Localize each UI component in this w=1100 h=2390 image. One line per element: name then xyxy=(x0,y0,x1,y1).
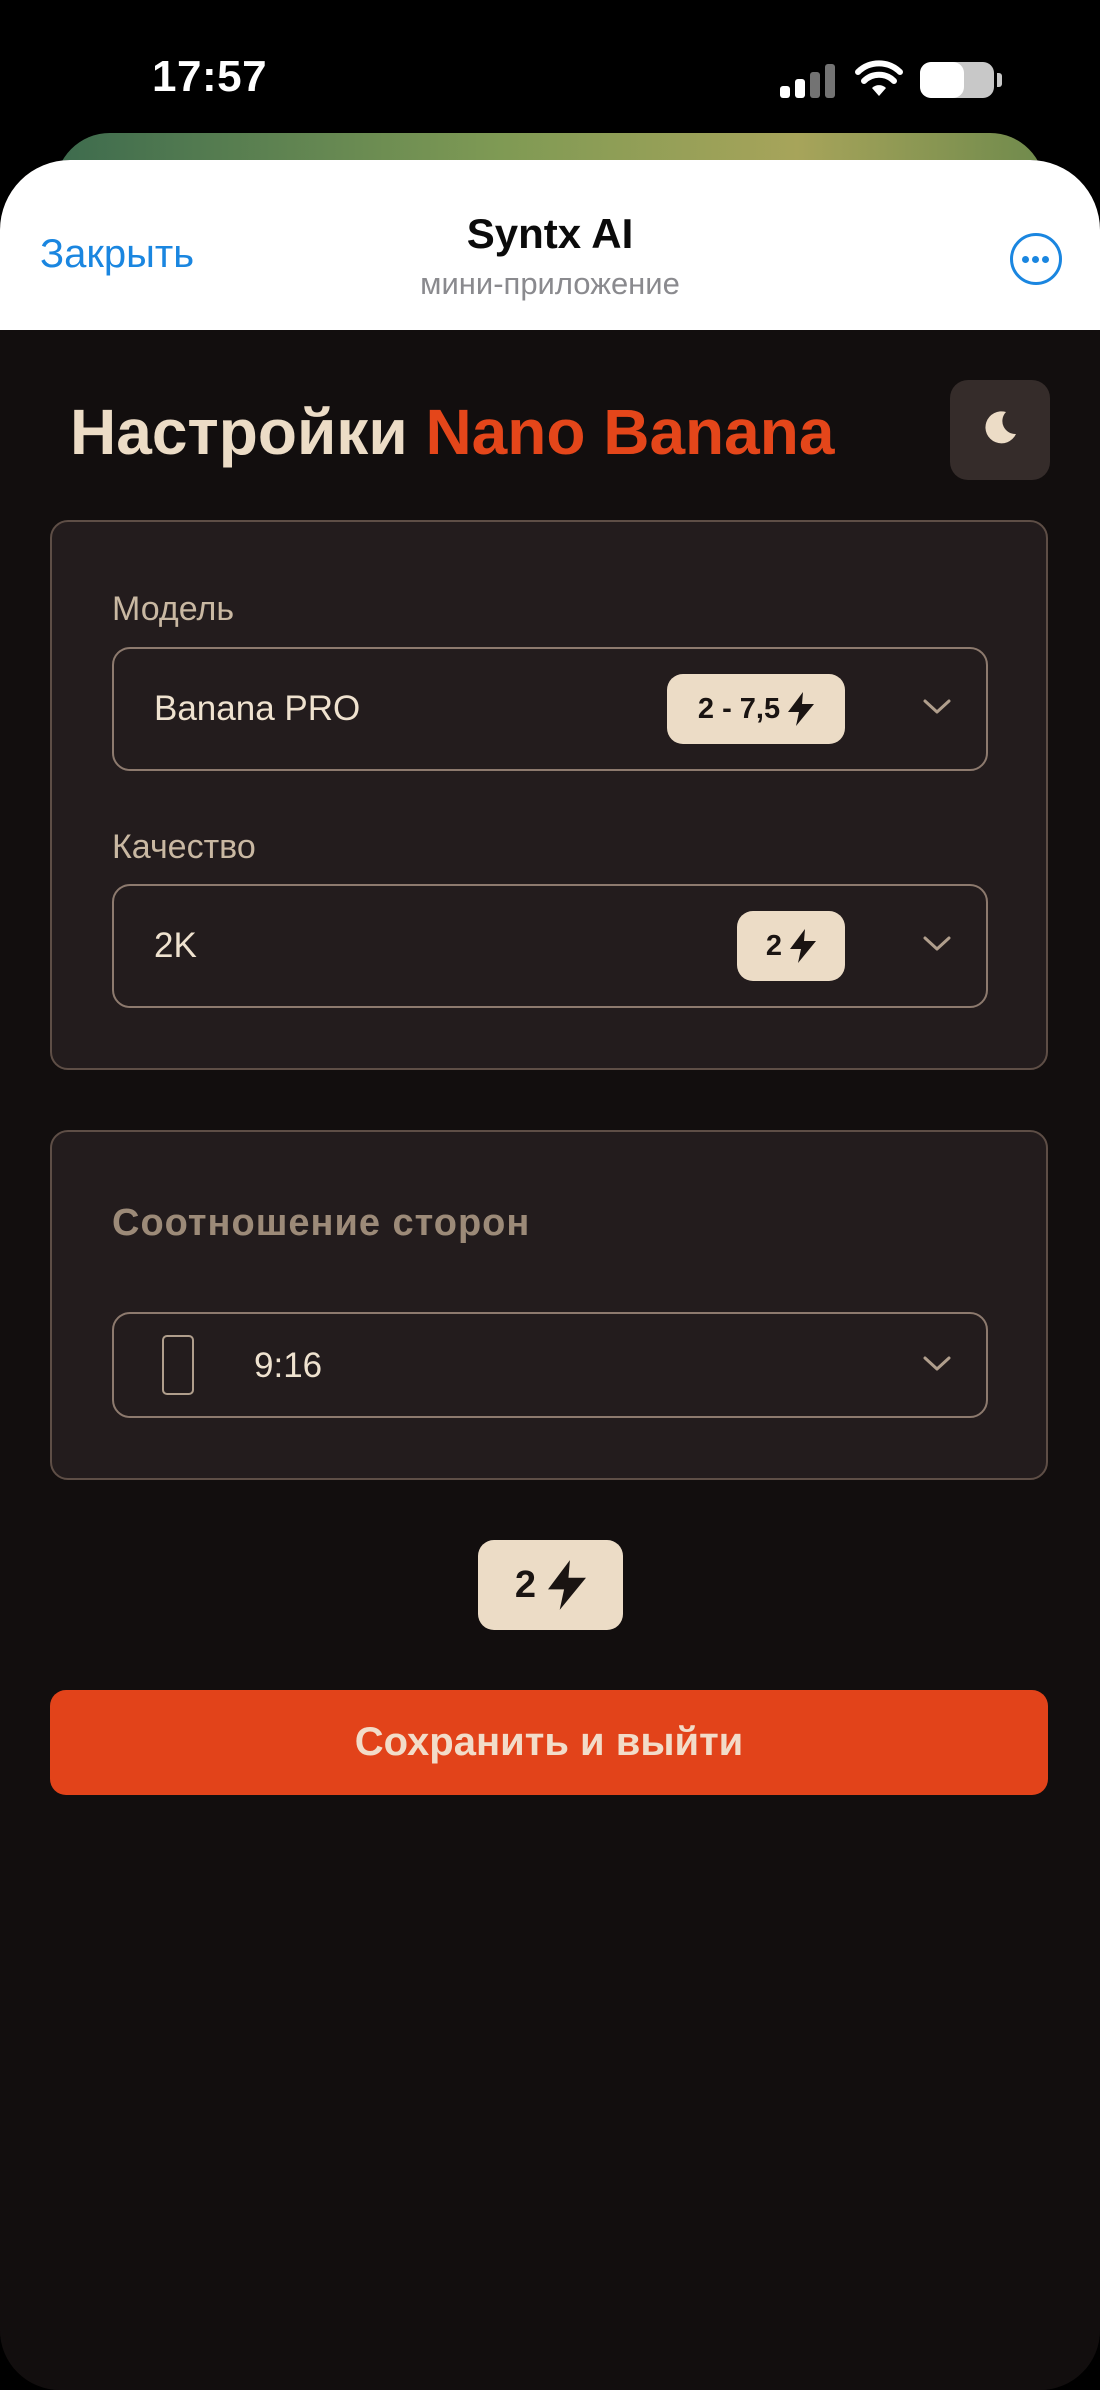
theme-toggle-button[interactable] xyxy=(950,380,1050,480)
chevron-down-icon xyxy=(923,936,951,951)
lightning-icon xyxy=(788,692,815,726)
total-cost: 2 xyxy=(514,1563,537,1606)
model-settings-card: Модель Banana PRO 2 - 7,5 Качество 2K 2 xyxy=(50,520,1048,1070)
page-title: Настройки Nano Banana xyxy=(70,395,834,469)
model-value: Banana PRO xyxy=(154,689,361,728)
save-and-exit-button[interactable]: Сохранить и выйти xyxy=(50,1690,1048,1795)
aspect-ratio-card: Соотношение сторон 9:16 xyxy=(50,1130,1048,1480)
aspect-ratio-select[interactable]: 9:16 xyxy=(112,1312,988,1418)
lightning-icon xyxy=(548,1560,587,1610)
model-label: Модель xyxy=(112,590,235,628)
cellular-signal-icon xyxy=(780,64,836,98)
app-subtitle: мини-приложение xyxy=(420,266,680,301)
aspect-ratio-value: 9:16 xyxy=(254,1346,323,1385)
quality-label: Качество xyxy=(112,828,256,866)
wifi-icon xyxy=(855,60,903,96)
model-select[interactable]: Banana PRO 2 - 7,5 xyxy=(112,647,988,771)
status-bar: 17:57 xyxy=(0,0,1100,150)
mini-app-header: Закрыть Syntx AI мини-приложение xyxy=(0,160,1100,330)
app-title: Syntx AI xyxy=(466,210,634,257)
page-title-accent: Nano Banana xyxy=(425,396,835,468)
quality-select[interactable]: 2K 2 xyxy=(112,884,988,1008)
portrait-phone-icon xyxy=(162,1335,194,1395)
chevron-down-icon xyxy=(923,699,951,714)
chevron-down-icon xyxy=(923,1356,951,1371)
quality-cost-badge: 2 xyxy=(737,911,845,981)
battery-icon xyxy=(920,62,994,98)
quality-cost: 2 xyxy=(765,929,783,962)
moon-icon xyxy=(985,411,1016,444)
battery-tip xyxy=(997,73,1002,87)
model-cost-badge: 2 - 7,5 xyxy=(667,674,845,744)
mini-app-sheet: Закрыть Syntx AI мини-приложение Настрой… xyxy=(0,160,1100,2390)
ellipsis-circle-icon[interactable] xyxy=(1010,233,1062,285)
page-title-main: Настройки xyxy=(70,396,408,468)
status-time: 17:57 xyxy=(152,52,268,101)
aspect-ratio-label: Соотношение сторон xyxy=(112,1202,531,1244)
settings-content: Настройки Nano Banana Модель Banana PRO … xyxy=(0,330,1100,2390)
total-cost-badge: 2 xyxy=(478,1540,623,1630)
model-cost: 2 - 7,5 xyxy=(697,692,781,725)
quality-value: 2K xyxy=(154,926,197,965)
lightning-icon xyxy=(790,929,817,963)
